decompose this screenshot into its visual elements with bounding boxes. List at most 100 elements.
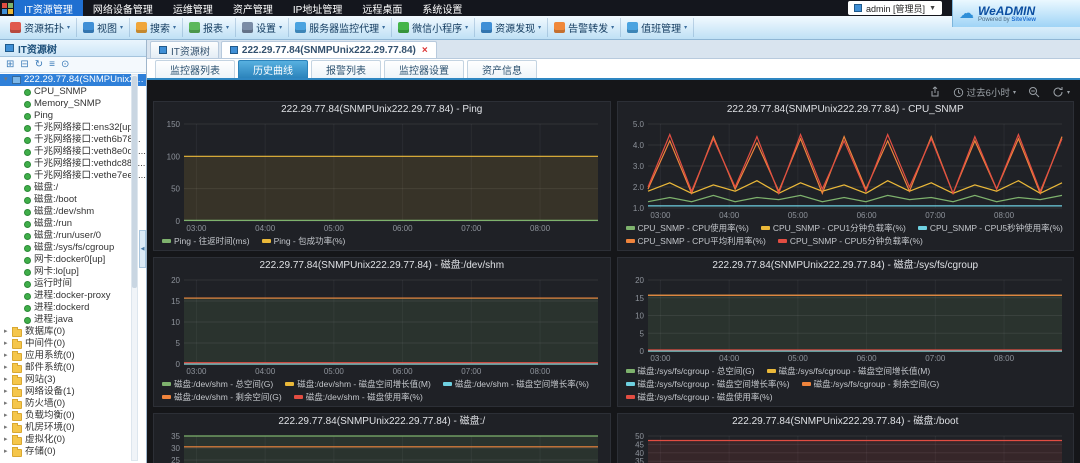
legend-item[interactable]: 磁盘:/sys/fs/cgroup - 磁盘空间增长率(%) (625, 378, 790, 390)
panel-title[interactable]: 222.29.77.84(SNMPUnix222.29.77.84) - 磁盘:… (154, 258, 610, 274)
legend-item[interactable]: CPU_SNMP - CPU使用率(%) (625, 222, 749, 234)
document-tab[interactable]: IT资源树 (150, 41, 219, 58)
list-icon[interactable]: ≡ (49, 59, 55, 70)
tree-node-monitor[interactable]: 运行时间 (0, 278, 146, 290)
topbar-menu-item[interactable]: IT资源管理 (14, 0, 83, 16)
close-icon[interactable]: × (422, 45, 428, 56)
user-menu[interactable]: admin [管理员] ▼ (848, 1, 942, 15)
legend-item[interactable]: 磁盘:/dev/shm - 磁盘空间增长率(%) (442, 378, 589, 390)
scrollbar-thumb[interactable] (132, 76, 137, 288)
chart-svg[interactable]: 0 5 10 15 20 03:00 04:00 05:00 06:00 07:00 08:00 (154, 274, 610, 377)
section-tab[interactable]: 监控器列表 (155, 60, 235, 78)
tree-node-group[interactable]: ▸ 数据库(0) (0, 326, 146, 338)
legend-item[interactable]: CPU_SNMP - CPU5秒钟使用率(%) (917, 222, 1063, 234)
panel-title[interactable]: 222.29.77.84(SNMPUnix222.29.77.84) - 磁盘:… (618, 414, 1074, 430)
chart-svg[interactable]: 0510152025303503:0004:0005:0006:0007:000… (154, 430, 610, 463)
tree-node-group[interactable]: ▸ 中间件(0) (0, 338, 146, 350)
tree-node-monitor[interactable]: 千兆网络接口:ens32[up] (0, 122, 146, 134)
tree-node-monitor[interactable]: 千兆网络接口:veth8e0db... (0, 146, 146, 158)
tree-node-monitor[interactable]: 进程:dockerd (0, 302, 146, 314)
legend-item[interactable]: 磁盘:/sys/fs/cgroup - 剩余空间(G) (801, 378, 939, 390)
topbar-menu-item[interactable]: 运维管理 (163, 0, 223, 16)
expand-all-icon[interactable]: ⊞ (6, 59, 14, 70)
view-button[interactable]: 视图 ▾ (77, 18, 131, 37)
legend-item[interactable]: CPU_SNMP - CPU5分钟负载率(%) (777, 235, 923, 247)
legend-marker-icon (625, 395, 635, 399)
legend-item[interactable]: CPU_SNMP - CPU1分钟负载率(%) (760, 222, 906, 234)
chart-svg[interactable]: 0 5 10 15 20 03:00 04:00 05:00 06:00 07:00 08:00 (618, 274, 1074, 364)
collapse-all-icon[interactable]: ⊟ (20, 59, 28, 70)
tree-node-monitor[interactable]: 进程:docker-proxy (0, 290, 146, 302)
share-icon[interactable] (929, 86, 941, 98)
legend-item[interactable]: 磁盘:/dev/shm - 总空间(G) (162, 378, 273, 390)
document-tab[interactable]: 222.29.77.84(SNMPUnix222.29.77.84) × (220, 41, 437, 58)
legend-item[interactable]: 磁盘:/sys/fs/cgroup - 磁盘使用率(%) (625, 391, 773, 403)
topbar-menu-item[interactable]: 网络设备管理 (83, 0, 163, 16)
tree-node-monitor[interactable]: 千兆网络接口:vethdc887... (0, 158, 146, 170)
tree-node-monitor[interactable]: 网卡:docker0[up] (0, 254, 146, 266)
section-tab[interactable]: 报警列表 (311, 60, 381, 78)
chart-svg[interactable]: 1.0 2.0 3.0 4.0 5.0 03:00 04:00 05:00 06:00 07:00… (618, 118, 1074, 221)
panel-title[interactable]: 222.29.77.84(SNMPUnix222.29.77.84) - Pin… (154, 102, 610, 118)
tree-node-monitor[interactable]: 千兆网络接口:veth6b78... (0, 134, 146, 146)
duty-button[interactable]: 值班管理 ▾ (621, 18, 695, 37)
topbar-menu-item[interactable]: 系统设置 (412, 0, 472, 16)
legend-item[interactable]: CPU_SNMP - CPU平均利用率(%) (625, 235, 766, 247)
settings-button[interactable]: 设置 ▾ (236, 18, 290, 37)
chart-svg[interactable]: 0 50 100 150 03:00 04:00 05:00 06:00 07:00 08:00 (154, 118, 610, 234)
tree-node-group[interactable]: ▸ 邮件系统(0) (0, 362, 146, 374)
tree-node-device[interactable]: ▾ 222.29.77.84(SNMPUnix222.29.77.84) (0, 74, 146, 86)
locate-icon[interactable]: ⊙ (61, 59, 69, 70)
tree-node-monitor[interactable]: 磁盘:/run (0, 218, 146, 230)
chart-svg[interactable]: 0510152025303540455003:0004:0005:0006:00… (618, 430, 1074, 463)
tree-node-monitor[interactable]: CPU_SNMP (0, 86, 146, 98)
tree-node-monitor[interactable]: 进程:java (0, 314, 146, 326)
panel-title[interactable]: 222.29.77.84(SNMPUnix222.29.77.84) - 磁盘:… (154, 414, 610, 430)
search-button[interactable]: 搜索 ▾ (130, 18, 184, 37)
legend-item[interactable]: 磁盘:/dev/shm - 磁盘空间增长值(M) (285, 378, 431, 390)
tree-node-group[interactable]: ▸ 存储(0) (0, 446, 146, 458)
tree-node-monitor[interactable]: 网卡:lo[up] (0, 266, 146, 278)
tree-node-group[interactable]: ▸ 防火墙(0) (0, 398, 146, 410)
tree-node-monitor[interactable]: Ping (0, 110, 146, 122)
section-tab[interactable]: 历史曲线 (238, 60, 308, 78)
refresh-icon[interactable]: ↻ (35, 59, 43, 70)
discovery-button[interactable]: 资源发现 ▾ (475, 18, 549, 37)
topbar-menu-item[interactable]: IP地址管理 (283, 0, 352, 16)
section-tab[interactable]: 监控器设置 (384, 60, 464, 78)
sidebar-scrollbar[interactable] (131, 74, 138, 461)
tree-node-group[interactable]: ▸ 网站(3) (0, 374, 146, 386)
tree-node-group[interactable]: ▸ 负载均衡(0) (0, 410, 146, 422)
topbar-menu-item[interactable]: 资产管理 (223, 0, 283, 16)
sidebar-collapse-handle[interactable]: ◀ (139, 230, 146, 269)
topology-button[interactable]: 资源拓扑 ▾ (4, 18, 78, 37)
tree-node-monitor[interactable]: 磁盘:/boot (0, 194, 146, 206)
tree-node-monitor[interactable]: 千兆网络接口:vethe7ee2... (0, 170, 146, 182)
legend-item[interactable]: 磁盘:/sys/fs/cgroup - 磁盘空间增长值(M) (766, 365, 930, 377)
zoom-out-icon[interactable] (1028, 86, 1040, 98)
miniprogram-button[interactable]: 微信小程序 ▾ (392, 18, 476, 37)
agent-button[interactable]: 服务器监控代理 ▾ (289, 18, 393, 37)
tree-node-monitor[interactable]: 磁盘:/run/user/0 (0, 230, 146, 242)
report-button[interactable]: 报表 ▾ (183, 18, 237, 37)
section-tab[interactable]: 资产信息 (467, 60, 537, 78)
legend-item[interactable]: 磁盘:/dev/shm - 剩余空间(G) (162, 391, 282, 403)
legend-item[interactable]: 磁盘:/dev/shm - 磁盘使用率(%) (293, 391, 423, 403)
topbar-menu-item[interactable]: 远程桌面 (352, 0, 412, 16)
tree-node-group[interactable]: ▸ 应用系统(0) (0, 350, 146, 362)
panel-title[interactable]: 222.29.77.84(SNMPUnix222.29.77.84) - 磁盘:… (618, 258, 1074, 274)
tree-node-monitor[interactable]: 磁盘:/dev/shm (0, 206, 146, 218)
tree-node-group[interactable]: ▸ 网络设备(1) (0, 386, 146, 398)
tree-node-group[interactable]: ▸ 虚拟化(0) (0, 434, 146, 446)
tree-node-monitor[interactable]: 磁盘:/sys/fs/cgroup (0, 242, 146, 254)
refresh-button[interactable]: ▾ (1052, 86, 1070, 98)
panel-title[interactable]: 222.29.77.84(SNMPUnix222.29.77.84) - CPU… (618, 102, 1074, 118)
legend-item[interactable]: 磁盘:/sys/fs/cgroup - 总空间(G) (625, 365, 755, 377)
legend-item[interactable]: Ping - 往返时间(ms) (162, 235, 250, 247)
tree-node-monitor[interactable]: 磁盘:/ (0, 182, 146, 194)
tree-node-monitor[interactable]: Memory_SNMP (0, 98, 146, 110)
tree-node-group[interactable]: ▸ 机房环境(0) (0, 422, 146, 434)
alert-forward-button[interactable]: 告警转发 ▾ (548, 18, 622, 37)
time-range-picker[interactable]: 过去6小时 ▾ (953, 85, 1016, 99)
legend-item[interactable]: Ping - 包成功率(%) (261, 235, 345, 247)
